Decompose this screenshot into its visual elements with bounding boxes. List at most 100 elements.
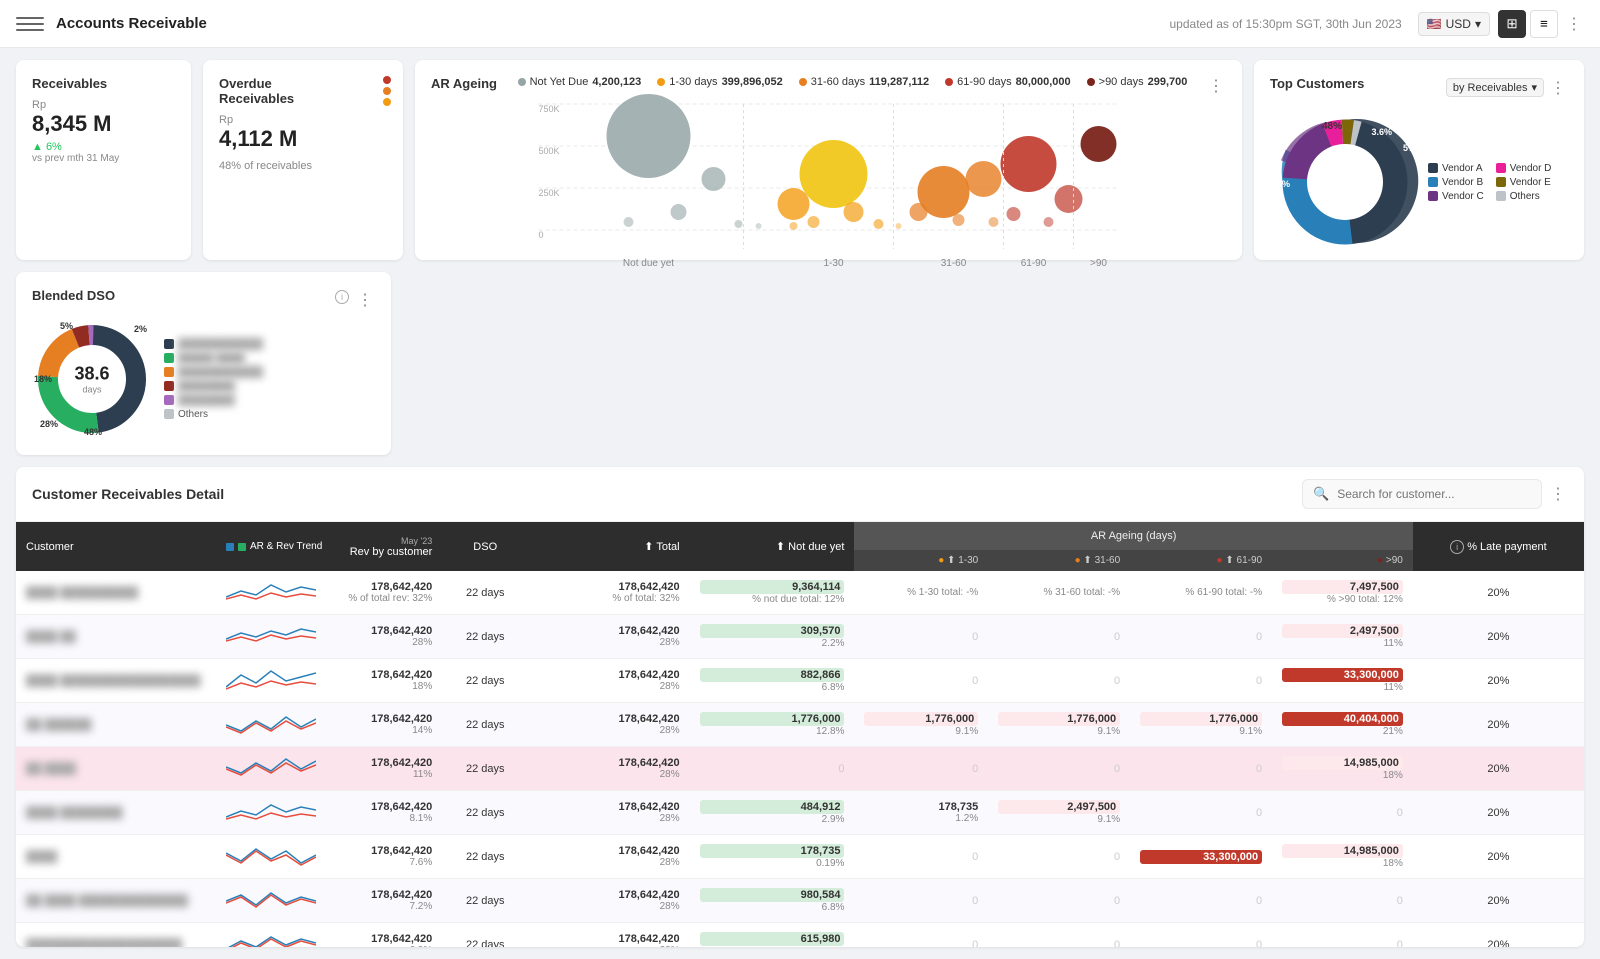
col-total: ⬆ Total: [528, 522, 689, 571]
legend-vendor-a: Vendor A: [1428, 163, 1484, 174]
donut-label-36pct: 3.6%: [1371, 127, 1392, 137]
customer-search[interactable]: 🔍: [1302, 479, 1542, 509]
receivables-title: Receivables: [32, 76, 175, 91]
col-header-row: Customer AR & Rev Trend: [16, 522, 1584, 550]
dso-donut: 38.6 days 2% 5% 18% 28% 48%: [32, 319, 152, 439]
overdue-dot-2: [383, 87, 391, 95]
col-rev-by-customer: May '23 Rev by customer: [332, 522, 442, 571]
svg-text:250K: 250K: [539, 188, 560, 198]
dso-content: 38.6 days 2% 5% 18% 28% 48%: [32, 319, 375, 439]
table-row: ████ 178,642,420 7.6%: [16, 835, 1584, 879]
pct-late-info[interactable]: i: [1450, 540, 1464, 554]
svg-text:>90: >90: [1090, 258, 1107, 269]
top-customers-legend: Vendor A Vendor B Vendor C: [1428, 107, 1551, 257]
dso-color-3: [164, 367, 174, 377]
header-more-options[interactable]: ⋮: [1566, 14, 1584, 34]
grid-view-button[interactable]: ⊞: [1498, 10, 1526, 38]
col-ar-ageing-group: AR Ageing (days): [854, 522, 1412, 550]
by-receivables-selector[interactable]: by Receivables ▾: [1446, 78, 1544, 97]
svg-text:61-90: 61-90: [1021, 258, 1047, 269]
dso-48pct: 48%: [84, 427, 102, 437]
col-pct-late: i % Late payment: [1413, 522, 1584, 571]
top-customers-title: Top Customers: [1270, 76, 1364, 91]
dso-center: 38.6 days: [74, 364, 109, 395]
by-receivables-label: by Receivables: [1453, 82, 1528, 94]
donut-label-2pct: 2%: [1397, 117, 1410, 127]
dso-legend-1: ████████████: [164, 339, 263, 350]
d31-60-value: % 31-60 total: -%: [988, 571, 1130, 615]
dso-value: 38.6: [74, 364, 109, 385]
table-more-options[interactable]: ⋮: [1550, 484, 1568, 504]
vendor-c-color: [1428, 191, 1438, 201]
menu-icon[interactable]: [16, 10, 44, 38]
legend-vendor-e: Vendor E: [1496, 177, 1552, 188]
vendor-a-color: [1428, 163, 1438, 173]
total-value: 178,642,420 % of total: 32%: [528, 571, 689, 615]
overdue-pct: 48% of receivables: [219, 160, 387, 172]
search-icon: 🔍: [1313, 486, 1329, 502]
view-toggle: ⊞ ≡: [1498, 10, 1558, 38]
receivables-change: ▲ 6%: [32, 141, 175, 153]
legend-31-60: 31-60 days 119,287,112: [799, 76, 929, 88]
subh-61-90: ● ⬆ 61-90: [1130, 550, 1272, 571]
donut-label-18pct: 18%: [1272, 179, 1290, 189]
overdue-dot-1: [383, 76, 391, 84]
legend-61-90: 61-90 days 80,000,000: [945, 76, 1071, 88]
table-row: ██ ██████ 178,642,420 14%: [16, 703, 1584, 747]
dso-color-4: [164, 381, 174, 391]
legend-dot-61-90: [945, 78, 953, 86]
ar-ageing-chart: 750K 500K 250K 0: [431, 104, 1226, 274]
svg-text:1-30: 1-30: [823, 258, 843, 269]
receivables-card: Receivables Rp 8,345 M ▲ 6% vs prev mth …: [16, 60, 191, 260]
dso-legend-others: Others: [164, 409, 263, 420]
customer-table: Customer AR & Rev Trend: [16, 522, 1584, 947]
vendor-d-color: [1496, 163, 1506, 173]
dso-5pct: 5%: [60, 321, 73, 331]
table-view-button[interactable]: ≡: [1530, 10, 1558, 38]
table-body: ████ ██████████ 178,642,420 % of total r…: [16, 571, 1584, 947]
d1-30-value: % 1-30 total: -%: [854, 571, 988, 615]
subh-90-plus: ● >90: [1272, 550, 1413, 571]
ar-ageing-title: AR Ageing: [431, 76, 497, 91]
table-section-header: Customer Receivables Detail 🔍 ⋮: [16, 467, 1584, 522]
rev-value: 178,642,420 % of total rev: 32%: [332, 571, 442, 615]
top-customers-more[interactable]: ⋮: [1550, 78, 1568, 98]
chevron-down-icon: ▾: [1531, 81, 1537, 94]
subh-1-30: ● ⬆ 1-30: [854, 550, 988, 571]
legend-1-30: 1-30 days 399,896,052: [657, 76, 782, 88]
dso-card: Blended DSO i ⋮: [16, 272, 391, 455]
dso-28pct: 28%: [40, 419, 58, 429]
legend-others: Others: [1496, 191, 1552, 202]
ar-ageing-header: AR Ageing Not Yet Due 4,200,123 1-30 day…: [431, 76, 1226, 96]
main-content: Receivables Rp 8,345 M ▲ 6% vs prev mth …: [0, 48, 1600, 959]
top-customers-header: Top Customers by Receivables ▾ ⋮: [1270, 76, 1568, 99]
dso-row: Blended DSO i ⋮: [16, 272, 1584, 455]
col-dso: DSO: [442, 522, 528, 571]
flag-icon: 🇺🇸: [1427, 17, 1442, 31]
dso-legend-5: ████████: [164, 395, 263, 406]
dso-actions: i ⋮: [335, 290, 375, 310]
table-row: ████ ████████ 178,642,420 8.1%: [16, 791, 1584, 835]
legend-dot-31-60: [799, 78, 807, 86]
receivables-change-sub: vs prev mth 31 May: [32, 153, 175, 164]
table-row: ████ ██ 178,642,420 28%: [16, 615, 1584, 659]
donut-label-48pct: 48%: [1322, 121, 1342, 132]
rev-indicator: [238, 543, 246, 551]
currency-selector[interactable]: 🇺🇸 USD ▾: [1418, 12, 1490, 36]
subh-31-60: ● ⬆ 31-60: [988, 550, 1130, 571]
vendor-e-color: [1496, 177, 1506, 187]
dso-info-icon[interactable]: i: [335, 290, 349, 304]
legend-col-2: Vendor D Vendor E Others: [1496, 163, 1552, 202]
others-color: [1496, 191, 1506, 201]
ar-ageing-more[interactable]: ⋮: [1208, 76, 1226, 96]
legend-dot-not-due: [518, 78, 526, 86]
svg-text:31-60: 31-60: [941, 258, 967, 269]
dso-more[interactable]: ⋮: [357, 290, 375, 310]
search-input[interactable]: [1337, 487, 1531, 501]
table-wrapper: Customer AR & Rev Trend: [16, 522, 1584, 947]
dso-legend-4: ████████: [164, 381, 263, 392]
legend-dot-1-30: [657, 78, 665, 86]
table-section-title: Customer Receivables Detail: [32, 486, 224, 502]
legend-row-1: Vendor A Vendor B Vendor C: [1428, 163, 1551, 202]
col-not-due: ⬆ Not due yet: [690, 522, 855, 571]
